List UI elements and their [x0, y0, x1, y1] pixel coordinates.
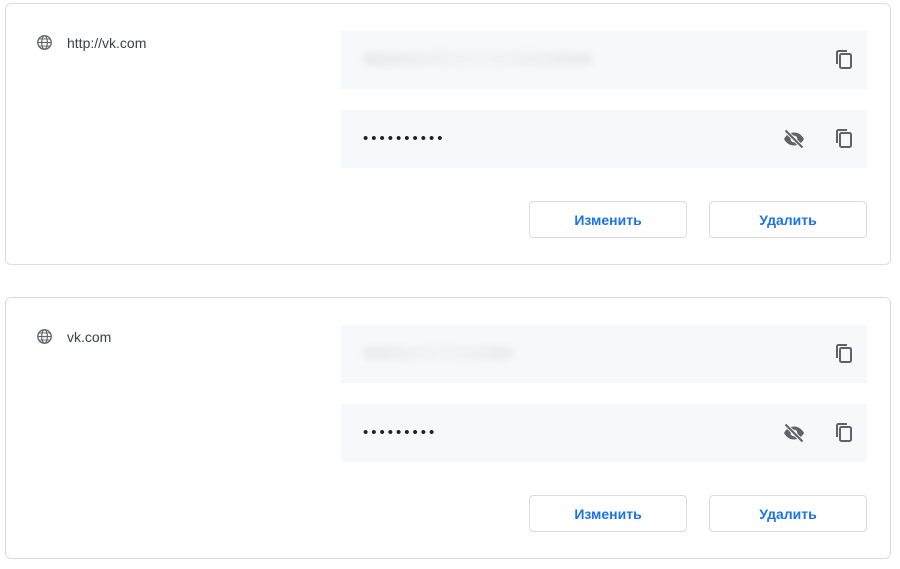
copy-icon[interactable]: [831, 47, 857, 73]
eye-off-icon[interactable]: [781, 126, 807, 152]
username-field: [341, 325, 867, 383]
password-entry-card: vk.com ••••••••• Изменить Удалить: [5, 297, 891, 559]
password-mask: •••••••••: [363, 424, 438, 441]
delete-button[interactable]: Удалить: [709, 495, 867, 532]
password-field: ••••••••••: [341, 110, 867, 168]
globe-icon: [36, 328, 53, 345]
edit-button[interactable]: Изменить: [529, 495, 687, 532]
password-entry-card: http://vk.com •••••••••• Изменить Удалит…: [5, 3, 891, 265]
password-field: •••••••••: [341, 404, 867, 462]
site-info: http://vk.com: [36, 34, 146, 51]
username-value-hidden: [363, 52, 593, 66]
site-info: vk.com: [36, 328, 111, 345]
site-url[interactable]: vk.com: [67, 329, 111, 345]
password-mask: ••••••••••: [363, 130, 446, 147]
globe-icon: [36, 34, 53, 51]
copy-icon[interactable]: [831, 420, 857, 446]
edit-button[interactable]: Изменить: [529, 201, 687, 238]
eye-off-icon[interactable]: [781, 420, 807, 446]
copy-icon[interactable]: [831, 341, 857, 367]
site-url[interactable]: http://vk.com: [67, 35, 146, 51]
username-field: [341, 31, 867, 89]
username-value-hidden: [363, 346, 513, 360]
delete-button[interactable]: Удалить: [709, 201, 867, 238]
copy-icon[interactable]: [831, 126, 857, 152]
